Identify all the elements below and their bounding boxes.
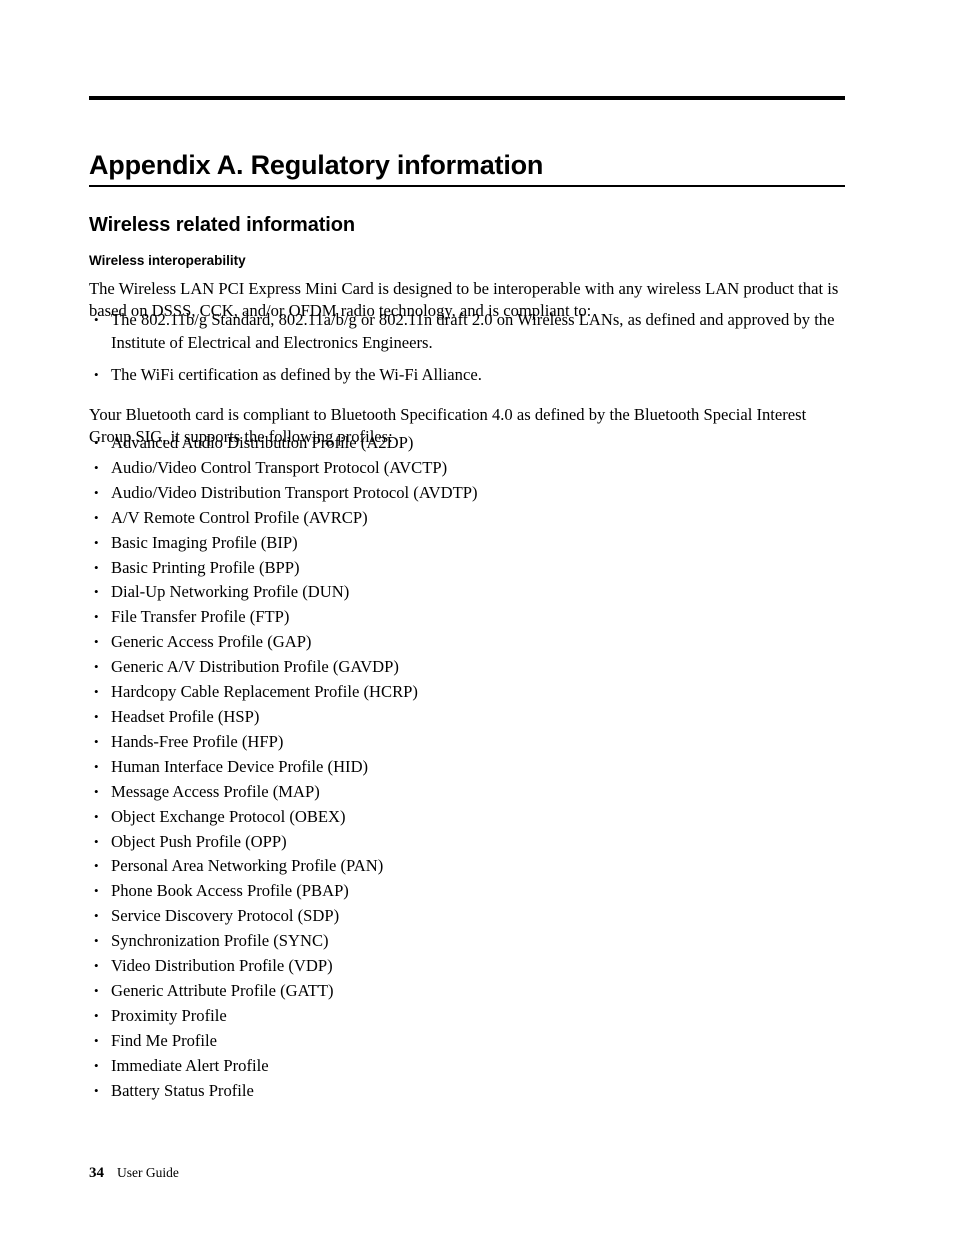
list-item: Hardcopy Cable Replacement Profile (HCRP… [89, 680, 843, 705]
bluetooth-profiles-bullet-list: Advanced Audio Distribution Profile (A2D… [89, 431, 843, 1103]
page-footer: 34 User Guide [89, 1164, 179, 1183]
document-page: Appendix A. Regulatory information Wirel… [0, 0, 954, 1235]
list-item: Battery Status Profile [89, 1079, 843, 1104]
list-item: Proximity Profile [89, 1004, 843, 1029]
list-item: Message Access Profile (MAP) [89, 780, 843, 805]
list-item: Phone Book Access Profile (PBAP) [89, 879, 843, 904]
list-item: Audio/Video Control Transport Protocol (… [89, 456, 843, 481]
list-item: Dial-Up Networking Profile (DUN) [89, 580, 843, 605]
list-item: A/V Remote Control Profile (AVRCP) [89, 506, 843, 531]
footer-page-number: 34 [89, 1165, 104, 1181]
list-item: The 802.11b/g Standard, 802.11a/b/g or 8… [89, 309, 843, 354]
sub-heading-wireless-interoperability: Wireless interoperability [89, 252, 246, 268]
list-item: File Transfer Profile (FTP) [89, 605, 843, 630]
list-item: Generic A/V Distribution Profile (GAVDP) [89, 655, 843, 680]
list-item: Find Me Profile [89, 1029, 843, 1054]
list-item: Video Distribution Profile (VDP) [89, 954, 843, 979]
list-item: Basic Imaging Profile (BIP) [89, 531, 843, 556]
list-item: Immediate Alert Profile [89, 1054, 843, 1079]
list-item: Advanced Audio Distribution Profile (A2D… [89, 431, 843, 456]
list-item: Object Exchange Protocol (OBEX) [89, 805, 843, 830]
title-top-rule [89, 96, 845, 100]
title-bottom-rule [89, 185, 845, 187]
standards-bullet-list: The 802.11b/g Standard, 802.11a/b/g or 8… [89, 309, 843, 397]
list-item: Headset Profile (HSP) [89, 705, 843, 730]
list-item: Human Interface Device Profile (HID) [89, 755, 843, 780]
list-item: Synchronization Profile (SYNC) [89, 929, 843, 954]
list-item: Hands-Free Profile (HFP) [89, 730, 843, 755]
list-item: Personal Area Networking Profile (PAN) [89, 854, 843, 879]
section-heading-wireless-related-information: Wireless related information [89, 213, 355, 236]
list-item: Basic Printing Profile (BPP) [89, 556, 843, 581]
list-item: Generic Access Profile (GAP) [89, 630, 843, 655]
page-title: Appendix A. Regulatory information [89, 150, 544, 181]
list-item: The WiFi certification as defined by the… [89, 364, 843, 387]
list-item: Audio/Video Distribution Transport Proto… [89, 481, 843, 506]
list-item: Object Push Profile (OPP) [89, 830, 843, 855]
list-item: Service Discovery Protocol (SDP) [89, 904, 843, 929]
list-item: Generic Attribute Profile (GATT) [89, 979, 843, 1004]
footer-label: User Guide [117, 1165, 179, 1180]
